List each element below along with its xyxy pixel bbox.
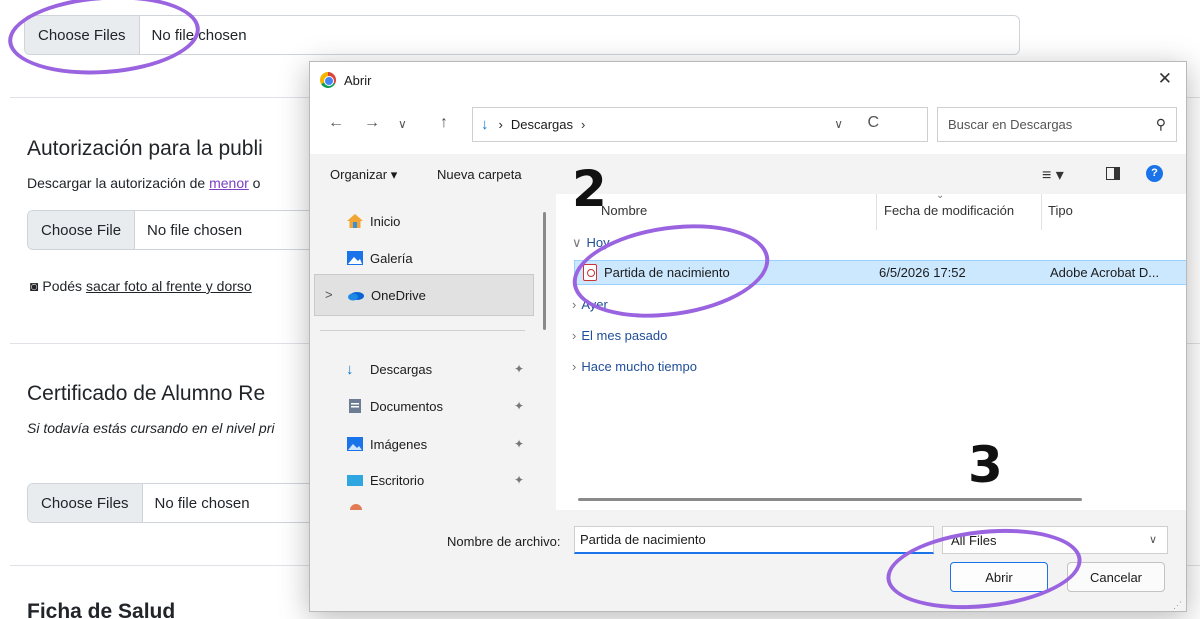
nav-item-label: Escritorio <box>370 472 425 488</box>
nav-item-label: Documentos <box>370 398 443 414</box>
documents-icon <box>346 398 364 414</box>
nav-scrollbar[interactable] <box>543 212 546 330</box>
desktop-icon <box>346 472 364 488</box>
nav-item-label: Galería <box>370 250 413 266</box>
close-icon[interactable]: ✕ <box>1158 69 1172 89</box>
section-desc-autorizacion: Descargar la autorización de menor o <box>27 175 260 191</box>
address-bar[interactable]: ↓ › Descargas › ∨ C <box>472 107 928 142</box>
annotation-step-3: 3 <box>968 436 1003 494</box>
help-icon[interactable]: ? <box>1146 165 1163 182</box>
file-status: No file chosen <box>147 221 243 239</box>
nav-item-escritorio[interactable]: Escritorio ✦ <box>322 465 536 495</box>
photo-hint: ◙ Podés sacar foto al frente y dorso <box>30 278 252 294</box>
onedrive-icon <box>347 287 365 303</box>
dialog-titlebar: Abrir ✕ <box>310 62 1186 98</box>
dialog-title: Abrir <box>344 72 372 88</box>
file-status: No file chosen <box>154 494 250 512</box>
nav-item-imagenes[interactable]: Imágenes ✦ <box>322 429 536 459</box>
column-header-name[interactable]: Nombre <box>601 203 647 218</box>
nav-item-label: Inicio <box>370 213 401 229</box>
section-title-certificado: Certificado de Alumno Re <box>27 382 266 405</box>
expand-chevron-icon[interactable]: > <box>325 287 333 302</box>
nav-item-inicio[interactable]: Inicio <box>322 206 536 236</box>
filename-label: Nombre de archivo: <box>447 534 561 549</box>
search-placeholder: Buscar en Descargas <box>948 117 1073 132</box>
expand-chevron-icon: › <box>572 328 577 343</box>
group-long-ago[interactable]: › Hace mucho tiempo <box>572 359 697 374</box>
file-type: Adobe Acrobat D... <box>1050 265 1160 280</box>
nav-item-label: Descargas <box>370 361 433 377</box>
search-icon[interactable]: ⚲ <box>1156 116 1166 133</box>
chevron-down-icon: ∨ <box>1148 534 1157 546</box>
chrome-icon <box>320 72 336 88</box>
annotation-circle-choose-files <box>5 0 203 81</box>
nav-item-label: Imágenes <box>370 436 428 452</box>
nav-item-documentos[interactable]: Documentos ✦ <box>322 391 536 421</box>
choose-file-button[interactable]: Choose File <box>28 211 136 249</box>
download-icon: ↓ <box>346 361 354 378</box>
chevron-down-icon[interactable]: ∨ <box>834 117 843 131</box>
pictures-icon <box>346 436 364 452</box>
section-desc-certificado: Si todavía estás cursando en el nivel pr… <box>27 420 275 436</box>
photo-hint-prefix: Podés <box>42 278 86 294</box>
desc-prefix: Descargar la autorización de <box>27 175 210 191</box>
search-input[interactable]: Buscar en Descargas ⚲ <box>937 107 1177 142</box>
expand-chevron-icon: › <box>572 359 577 374</box>
cancel-button[interactable]: Cancelar <box>1067 562 1165 592</box>
horizontal-scrollbar[interactable] <box>578 498 1082 501</box>
pin-icon: ✦ <box>513 473 524 487</box>
column-separator <box>876 194 877 230</box>
nav-item-galeria[interactable]: Galería <box>322 243 536 273</box>
up-arrow-icon[interactable]: ↑ <box>440 114 448 132</box>
preview-pane-icon[interactable] <box>1106 167 1120 180</box>
open-file-dialog: Abrir ✕ ← → ∨ ↑ ↓ › Descargas › ∨ C Busc… <box>309 61 1187 612</box>
file-modified: 6/5/2026 17:52 <box>879 265 966 280</box>
group-label: El mes pasado <box>581 328 668 343</box>
nav-item-label: OneDrive <box>371 287 426 303</box>
download-icon: ↓ <box>481 116 489 133</box>
sort-chevron-icon: ⌄ <box>936 190 945 201</box>
column-header-type[interactable]: Tipo <box>1048 203 1073 218</box>
back-arrow-icon[interactable]: ← <box>328 114 344 132</box>
annotation-step-2: 2 <box>572 160 607 218</box>
refresh-icon[interactable]: C <box>867 114 879 132</box>
navigation-bar: ← → ∨ ↑ ↓ › Descargas › ∨ C Buscar en De… <box>310 98 1186 154</box>
nav-item-descargas[interactable]: ↓ Descargas ✦ <box>322 354 536 384</box>
collapse-chevron-icon: ∨ <box>572 235 582 250</box>
filename-value: Partida de nacimiento <box>580 532 706 547</box>
pin-icon: ✦ <box>513 362 524 376</box>
breadcrumb-location[interactable]: Descargas <box>511 117 573 132</box>
new-folder-button[interactable]: Nueva carpeta <box>437 167 522 182</box>
menor-link[interactable]: menor <box>209 175 249 191</box>
view-options-icon[interactable]: ≡ ▾ <box>1042 165 1064 185</box>
breadcrumb-separator: › <box>580 117 586 132</box>
resize-grip-icon[interactable]: ⋰ <box>1173 600 1182 611</box>
column-separator <box>1041 194 1042 230</box>
recent-locations-chevron-icon[interactable]: ∨ <box>398 117 407 131</box>
group-last-month[interactable]: › El mes pasado <box>572 328 667 343</box>
camera-icon: ◙ <box>30 278 39 294</box>
filename-input[interactable]: Partida de nacimiento <box>574 526 934 554</box>
column-header-modified[interactable]: Fecha de modificación <box>884 203 1014 218</box>
home-icon <box>346 213 364 229</box>
section-title-salud: Ficha de Salud <box>27 600 176 619</box>
choose-files-button[interactable]: Choose Files <box>28 484 143 522</box>
breadcrumb-separator: › <box>498 117 503 132</box>
nav-divider <box>320 330 525 331</box>
group-label: Hace mucho tiempo <box>581 359 697 374</box>
organize-menu[interactable]: Organizar ▾ <box>330 167 397 183</box>
pin-icon: ✦ <box>513 437 524 451</box>
section-title-autorizacion: Autorización para la publi <box>27 137 263 160</box>
desc-suffix: o <box>248 175 261 191</box>
dialog-toolbar: Organizar ▾ Nueva carpeta ≡ ▾ ? <box>310 154 1186 194</box>
forward-arrow-icon[interactable]: → <box>364 114 380 132</box>
gallery-icon <box>346 250 364 266</box>
expand-chevron-icon: › <box>572 297 577 312</box>
nav-item-onedrive[interactable]: > OneDrive <box>314 274 534 316</box>
photo-link[interactable]: sacar foto al frente y dorso <box>86 278 252 294</box>
pin-icon: ✦ <box>513 399 524 413</box>
navigation-pane: Inicio Galería > OneDrive ↓ Descargas ✦ <box>310 194 552 516</box>
